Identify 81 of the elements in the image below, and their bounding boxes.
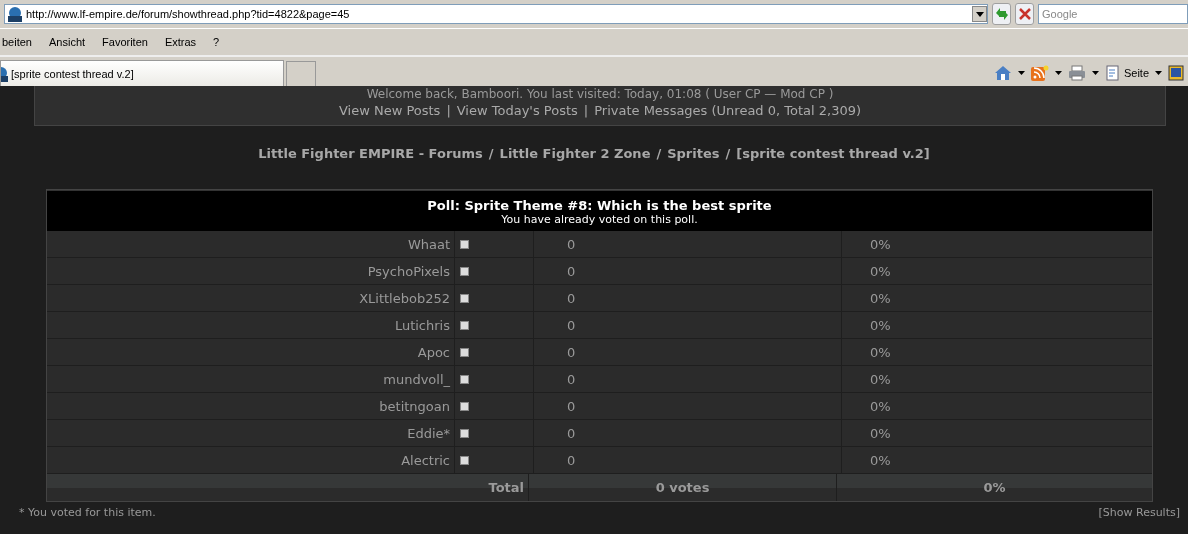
vote-percent: 0%	[869, 371, 892, 387]
globe-icon	[7, 6, 23, 22]
breadcrumb-link[interactable]: Sprites	[667, 146, 720, 161]
page-menu-button[interactable]: Seite	[1104, 65, 1149, 81]
feed-icon[interactable]	[1030, 65, 1049, 81]
header-link[interactable]: View Today's Posts	[456, 103, 578, 118]
menu-item[interactable]: Extras	[164, 36, 197, 48]
caret-icon[interactable]	[1054, 71, 1062, 75]
total-label: Total	[47, 474, 529, 501]
dropdown-icon[interactable]	[972, 6, 987, 22]
option-marker	[460, 347, 469, 357]
vote-count: 0	[534, 339, 842, 365]
poll-status: You have already voted on this poll.	[501, 213, 698, 227]
option-name: PsychoPixels	[47, 258, 455, 284]
address-field[interactable]: http://www.lf-empire.de/forum/showthread.php?tid=4822&page=45	[4, 4, 988, 24]
refresh-icon	[993, 7, 1010, 21]
close-icon	[1018, 8, 1031, 20]
vote-percent: 0%	[869, 344, 892, 360]
printer-icon[interactable]	[1067, 65, 1086, 81]
option-name: mundvoll_	[47, 366, 455, 392]
option-marker	[460, 455, 469, 465]
option-name: Lutichris	[47, 312, 455, 338]
breadcrumb-link[interactable]: [sprite contest thread v.2]	[736, 146, 930, 161]
menu-item[interactable]: Ansicht	[49, 36, 86, 48]
vote-count: 0	[534, 312, 842, 338]
separator: /	[488, 146, 494, 161]
vote-percent: 0%	[869, 290, 892, 306]
home-icon[interactable]	[993, 65, 1012, 81]
close-button[interactable]	[1015, 3, 1034, 25]
vote-count: 0	[534, 393, 842, 419]
vote-percent: 0%	[869, 425, 892, 441]
globe-icon	[1, 65, 9, 82]
header-link[interactable]: Private Messages (Unread 0, Total 2,309)	[594, 103, 862, 118]
vote-count: 0	[534, 420, 842, 446]
page-icon	[1104, 65, 1121, 81]
image-icon[interactable]	[1168, 65, 1184, 81]
option-name: Eddie*	[47, 420, 455, 446]
option-name: XLittlebob252	[47, 285, 455, 311]
search-field[interactable]: Google	[1038, 4, 1188, 24]
browser-tab[interactable]: [sprite contest thread v.2]	[0, 60, 284, 86]
caret-icon[interactable]	[1155, 71, 1162, 75]
vote-percent: 0%	[869, 236, 892, 252]
option-name: betitngoan	[47, 393, 455, 419]
vote-count: 0	[534, 285, 842, 311]
caret-icon[interactable]	[1091, 71, 1099, 75]
total-percent: 0%	[982, 480, 1007, 495]
option-marker	[460, 266, 469, 276]
vote-count: 0	[534, 447, 842, 473]
caret-icon[interactable]	[1017, 71, 1025, 75]
menu-item[interactable]: beiten	[2, 36, 32, 48]
vote-percent: 0%	[869, 317, 892, 333]
separator: /	[725, 146, 731, 161]
breadcrumb-link[interactable]: Little Fighter EMPIRE - Forums	[258, 146, 483, 161]
vote-count: 0	[534, 231, 842, 257]
separator: |	[583, 103, 589, 118]
option-marker	[460, 239, 469, 249]
header-link[interactable]: View New Posts	[338, 103, 441, 118]
option-name: Apoc	[47, 339, 455, 365]
refresh-button[interactable]	[992, 3, 1011, 25]
option-marker	[460, 293, 469, 303]
welcome-text: Welcome back, Bamboori. You last visited: Today, 01:08 ( User CP — Mod CP )	[366, 86, 834, 102]
vote-percent: 0%	[869, 263, 892, 279]
total-votes: 0 votes	[529, 474, 837, 501]
vote-percent: 0%	[869, 452, 892, 468]
vote-count: 0	[534, 258, 842, 284]
option-marker	[460, 401, 469, 411]
separator: |	[446, 103, 451, 118]
option-name: Alectric	[47, 447, 455, 473]
footnote: * You voted for this item.	[19, 506, 156, 519]
vote-percent: 0%	[869, 398, 892, 414]
poll-title: Poll: Sprite Theme #8: Which is the best sprite	[427, 198, 772, 213]
menu-item[interactable]: ?	[213, 36, 220, 48]
menu-item[interactable]: Favoriten	[102, 36, 148, 48]
show-results-link[interactable]: [Show Results]	[1098, 506, 1180, 519]
separator: /	[656, 146, 662, 161]
option-name: Whaat	[47, 231, 455, 257]
vote-count: 0	[534, 366, 842, 392]
option-marker	[460, 428, 469, 438]
breadcrumb-link[interactable]: Little Fighter 2 Zone	[499, 146, 651, 161]
option-marker	[460, 374, 469, 384]
option-marker	[460, 320, 469, 330]
